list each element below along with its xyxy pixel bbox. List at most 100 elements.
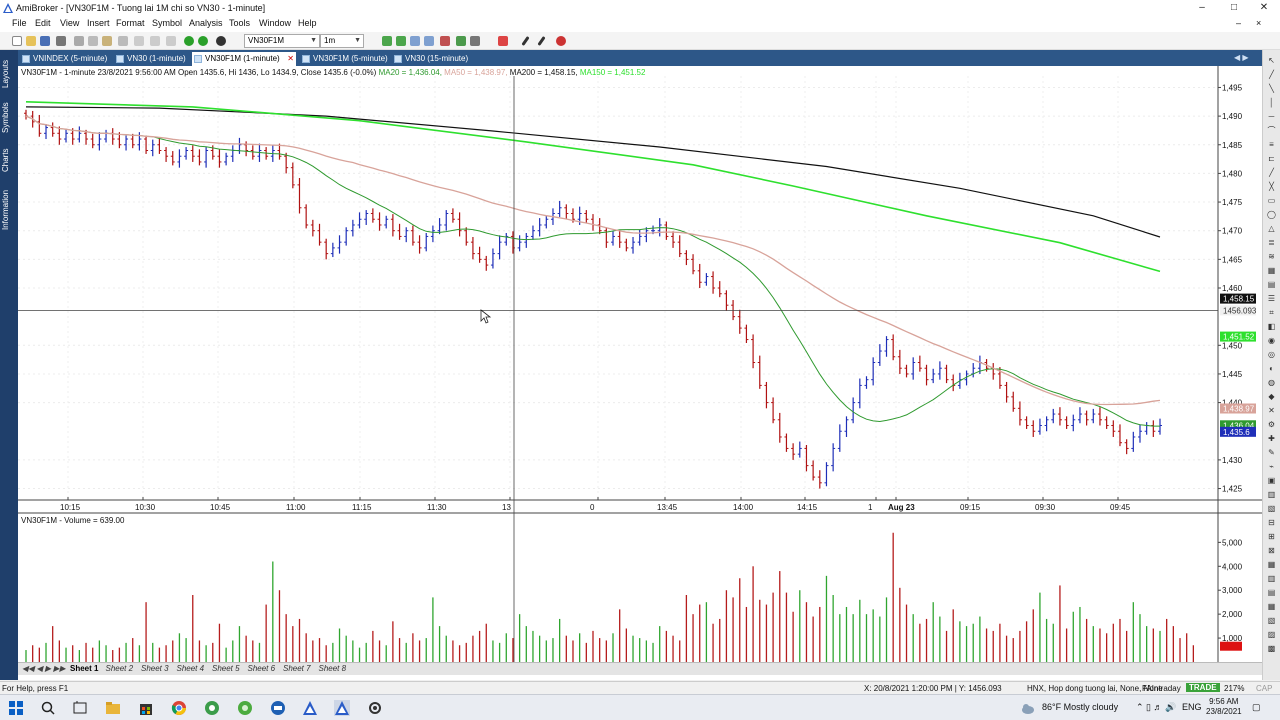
drawing-tool-icon[interactable]: ▦ [1267, 602, 1276, 611]
refresh-icon[interactable] [166, 36, 176, 46]
drawing-tool-icon[interactable]: ▩ [1267, 644, 1276, 653]
menu-tools[interactable]: Tools [229, 18, 250, 28]
menu-window[interactable]: Window [259, 18, 291, 28]
drawing-tool-icon[interactable]: ▤ [1267, 280, 1276, 289]
drawing-tool-icon[interactable]: ▥ [1267, 490, 1276, 499]
drawing-tool-icon[interactable]: ▭ [1267, 196, 1276, 205]
sheet-tab-7[interactable]: Sheet 7 [283, 664, 311, 673]
notification-icon[interactable]: ▢ [1252, 702, 1261, 713]
drawing-tool-icon[interactable]: ╳ [1267, 182, 1276, 191]
chart-area[interactable]: 1,495 1,490 1,485 1,480 1,475 1,470 1,465 1,460… [18, 66, 1262, 680]
info-icon[interactable] [216, 36, 226, 46]
print-icon[interactable] [56, 36, 66, 46]
tray-icons[interactable]: ⌃ ▯ ♬ 🔊 [1136, 702, 1176, 713]
price-volume-chart[interactable]: 1,495 1,490 1,485 1,480 1,475 1,470 1,465 1,460… [18, 66, 1262, 680]
chrome-icon[interactable] [171, 700, 187, 716]
drawing-tool-icon[interactable]: ✕ [1267, 406, 1276, 415]
drawing-tool-icon[interactable]: ☰ [1267, 294, 1276, 303]
sheet-nav-icon[interactable]: ◀◀ ◀ ▶ ▶▶ [22, 664, 66, 673]
tab-vn30-1m[interactable]: VN30 (1-minute) [114, 52, 190, 66]
cut-icon[interactable] [74, 36, 84, 46]
drawing-tool-icon[interactable]: ─ [1267, 112, 1276, 121]
forward-icon[interactable] [198, 36, 208, 46]
windows-start-icon[interactable] [8, 700, 24, 716]
file-explorer-icon[interactable] [105, 700, 121, 716]
search-icon[interactable] [40, 700, 56, 716]
drawing-tool-icon[interactable]: ≋ [1267, 252, 1276, 261]
drawing-tool-icon[interactable]: ↖ [1267, 56, 1276, 65]
drawing-tool-icon[interactable]: ◉ [1267, 336, 1276, 345]
menu-format[interactable]: Format [116, 18, 145, 28]
sheet-tab-5[interactable]: Sheet 5 [212, 664, 240, 673]
drawing-tool-icon[interactable]: ▦ [1267, 560, 1276, 569]
menu-minimize-icon[interactable]: – [1236, 18, 1241, 28]
menu-symbol[interactable]: Symbol [152, 18, 182, 28]
drawing-tool-icon[interactable]: ▥ [1267, 574, 1276, 583]
drawing-tool-icon[interactable]: ⊠ [1267, 546, 1276, 555]
close-tab-icon[interactable]: ✕ [287, 52, 294, 66]
cursor-mode-icon[interactable] [470, 36, 480, 46]
back-icon[interactable] [184, 36, 194, 46]
sheet-tab-1[interactable]: Sheet 1 [70, 664, 98, 673]
menu-edit[interactable]: Edit [35, 18, 51, 28]
drawing-tool-icon[interactable]: ◆ [1267, 392, 1276, 401]
drawing-tool-icon[interactable]: ⌒ [1267, 126, 1276, 135]
drawing-tool-icon[interactable]: ▨ [1267, 630, 1276, 639]
drawing-tool-icon[interactable]: ◍ [1267, 378, 1276, 387]
weather-text[interactable]: 86°F Mostly cloudy [1042, 702, 1118, 712]
tab-vn30-15m[interactable]: VN30 (15-minute) [392, 52, 476, 66]
zoom-out-icon[interactable] [424, 36, 434, 46]
tab-vn30f1m-1m[interactable]: VN30F1M (1-minute) ✕ [192, 52, 296, 66]
layouts-panel-tab[interactable]: Layouts [1, 54, 17, 94]
sheet-tab-2[interactable]: Sheet 2 [106, 664, 134, 673]
drawing-tool-icon[interactable]: ▤ [1267, 588, 1276, 597]
drawing-tool-icon[interactable]: ≣ [1267, 238, 1276, 247]
menu-view[interactable]: View [60, 18, 79, 28]
drawing-tool-icon[interactable]: ▣ [1267, 476, 1276, 485]
undo-icon[interactable] [134, 36, 144, 46]
drawing-tool-icon[interactable]: ╲ [1267, 84, 1276, 93]
symbols-panel-tab[interactable]: Symbols [1, 98, 17, 138]
symbol-combo[interactable]: VN30F1M ▼ [244, 34, 320, 48]
close-button[interactable]: ✕ [1248, 0, 1280, 16]
drawing-tool-icon[interactable]: ◐ [1267, 364, 1276, 373]
new-icon[interactable] [12, 36, 22, 46]
drawing-tool-icon[interactable]: ⊞ [1267, 532, 1276, 541]
maximize-button[interactable]: □ [1218, 0, 1250, 16]
amibroker-active-icon[interactable] [334, 700, 350, 716]
app-blue-icon[interactable] [270, 700, 286, 716]
drawing-tool-icon[interactable]: ⊏ [1267, 154, 1276, 163]
interval-combo[interactable]: 1m ▼ [320, 34, 364, 48]
information-panel-tab[interactable]: Information [1, 182, 17, 238]
indicator-icon[interactable] [396, 36, 406, 46]
menu-help[interactable]: Help [298, 18, 317, 28]
fibonacci-icon[interactable] [456, 36, 466, 46]
draw-tool-icon[interactable] [440, 36, 450, 46]
drawing-tool-icon[interactable]: ✎ [1267, 448, 1276, 457]
open-icon[interactable] [26, 36, 36, 46]
sheet-tab-8[interactable]: Sheet 8 [319, 664, 347, 673]
redo-icon[interactable] [150, 36, 160, 46]
drawing-tool-icon[interactable]: ✚ [1267, 434, 1276, 443]
drawing-tool-icon[interactable]: ◯ [1267, 210, 1276, 219]
drawing-tool-icon[interactable]: │ [1267, 98, 1276, 107]
delete-icon[interactable] [118, 36, 128, 46]
copy-icon[interactable] [88, 36, 98, 46]
sheet-tab-4[interactable]: Sheet 4 [177, 664, 205, 673]
ray-tool-icon[interactable] [537, 36, 546, 46]
drawing-tool-icon[interactable]: ╱ [1267, 168, 1276, 177]
color-picker-icon[interactable] [498, 36, 508, 46]
store-icon[interactable] [138, 700, 154, 716]
menu-close-icon[interactable]: × [1256, 18, 1261, 28]
drawing-tool-icon[interactable]: ⌁ [1267, 462, 1276, 471]
drawing-tool-icon[interactable]: ⌗ [1267, 308, 1276, 317]
drawing-tool-icon[interactable]: ⚙ [1267, 420, 1276, 429]
paste-icon[interactable] [102, 36, 112, 46]
tab-vnindex-5m[interactable]: VNINDEX (5-minute) [20, 52, 112, 66]
charts-panel-tab[interactable]: Charts [1, 142, 17, 178]
clock[interactable]: 9:56 AM 23/8/2021 [1206, 697, 1242, 717]
drawing-tool-icon[interactable]: ◎ [1267, 350, 1276, 359]
menu-analysis[interactable]: Analysis [189, 18, 223, 28]
app-green-2-icon[interactable] [237, 700, 253, 716]
minimize-button[interactable]: – [1186, 0, 1218, 16]
